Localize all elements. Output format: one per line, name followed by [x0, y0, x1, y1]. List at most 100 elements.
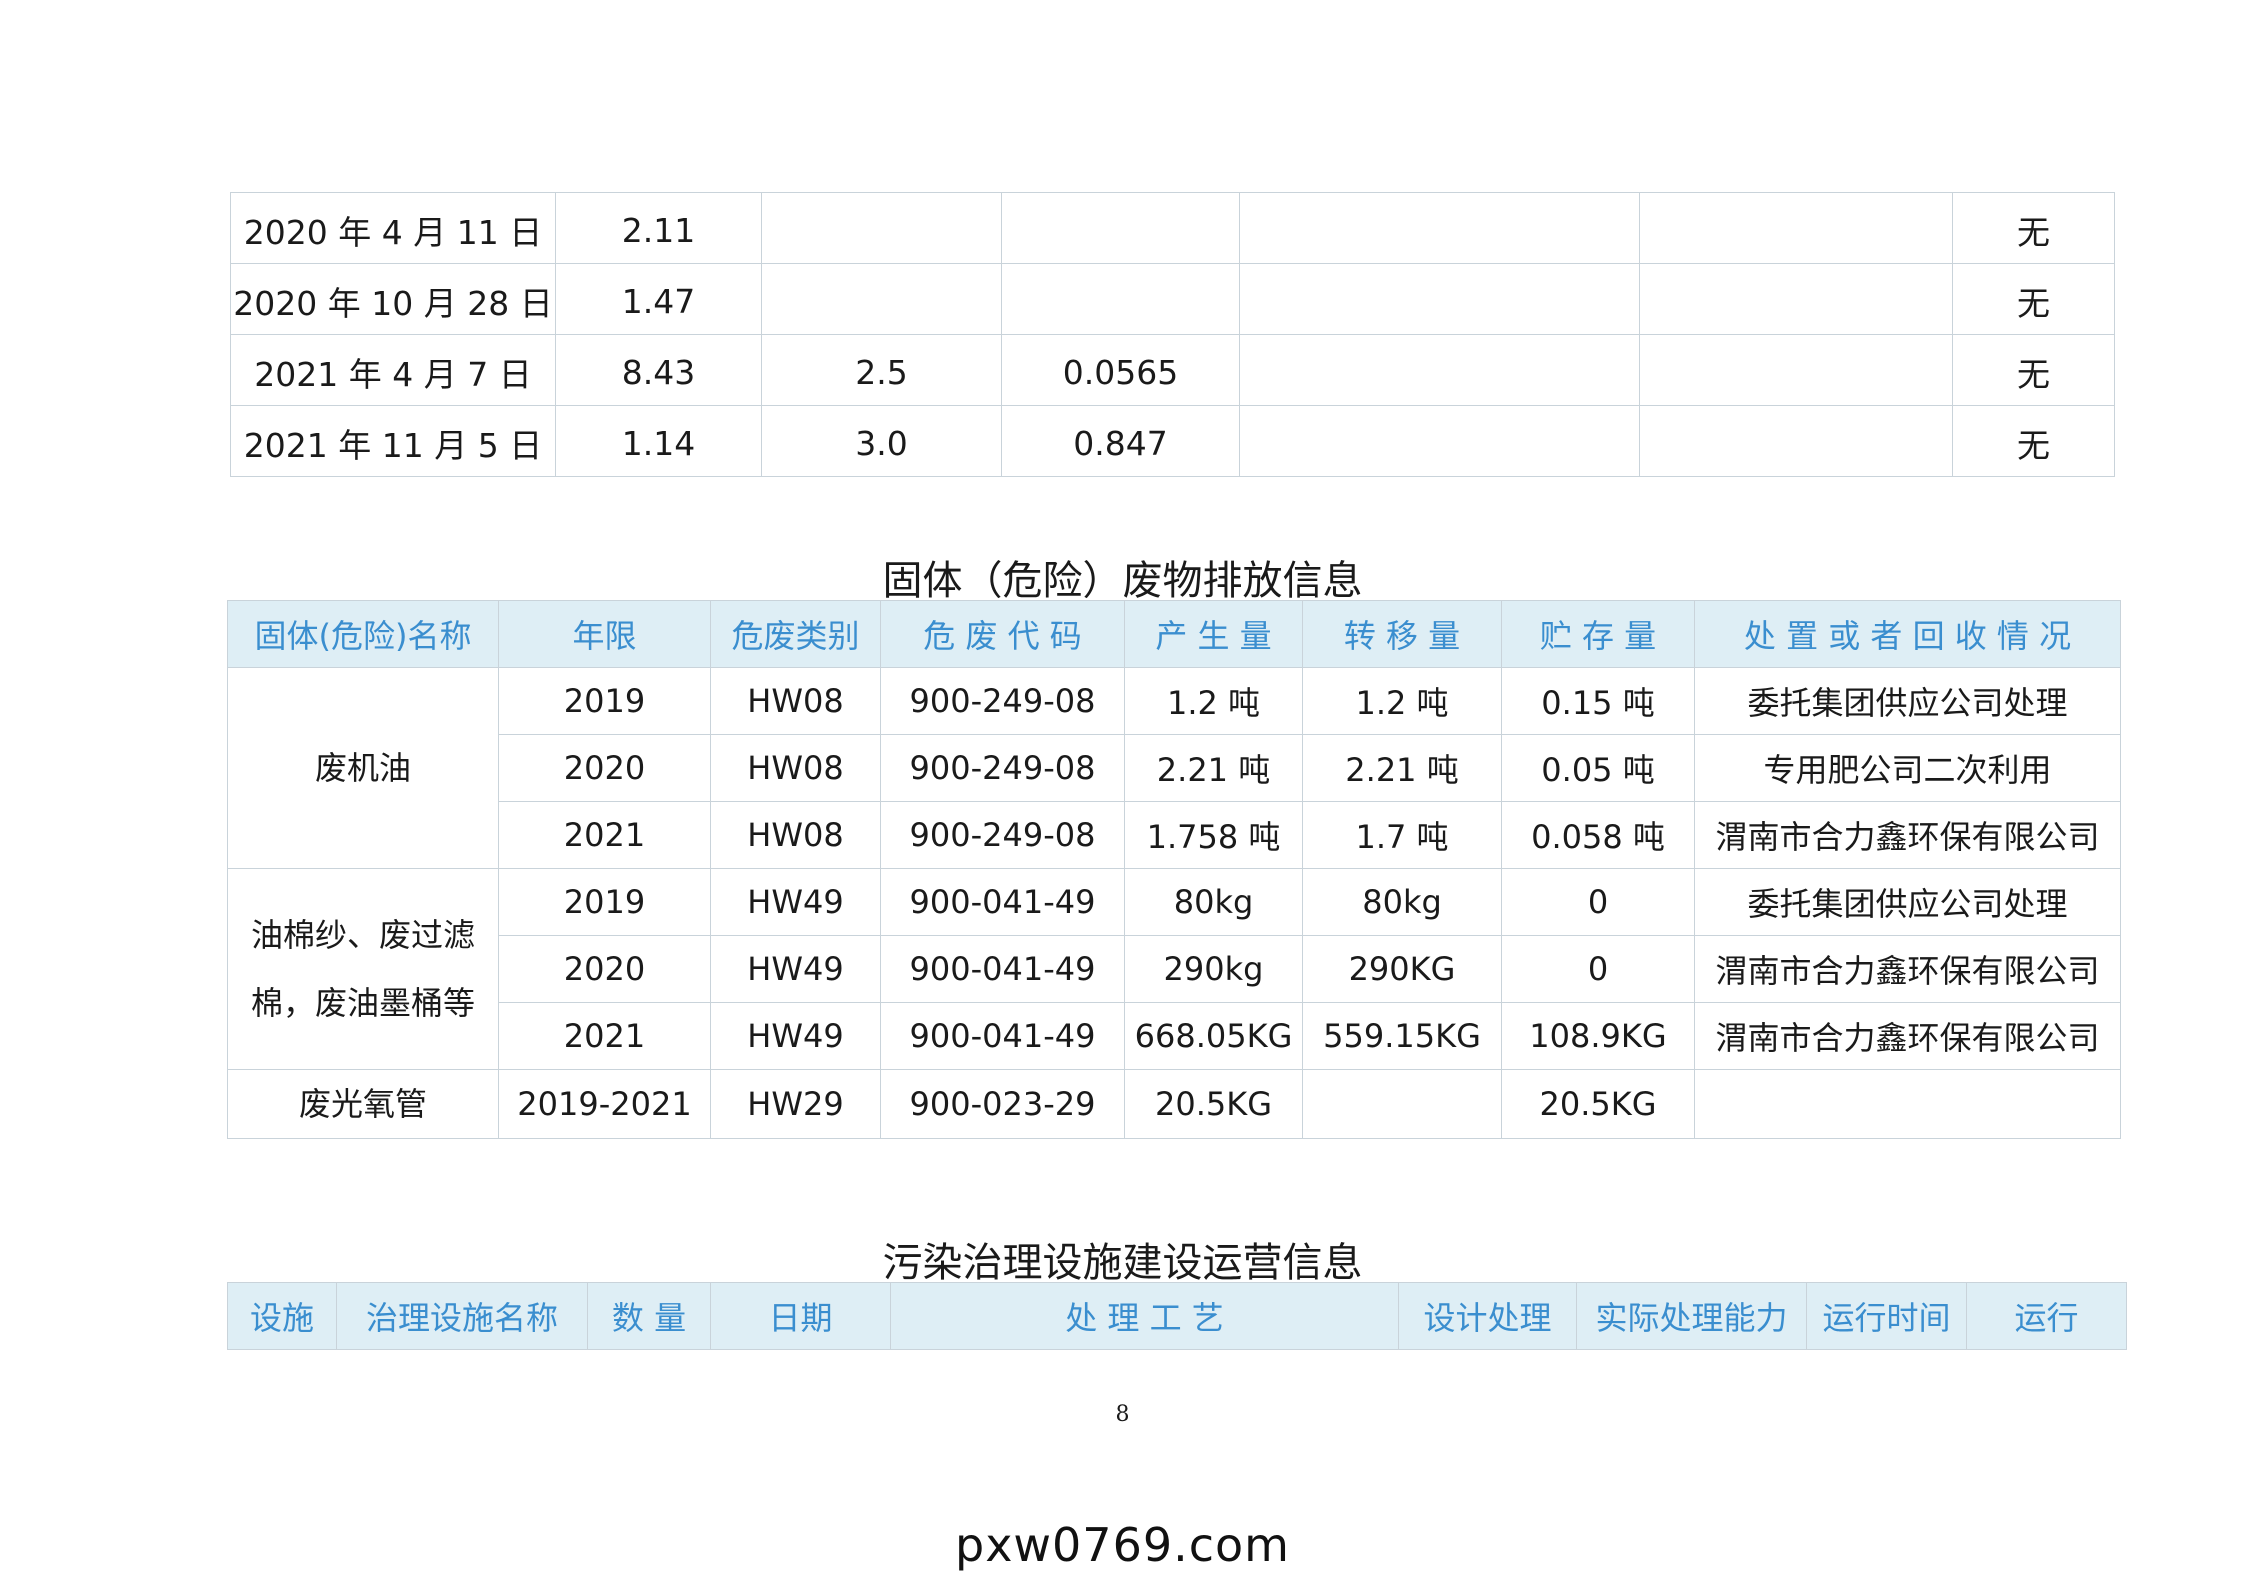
table-cell — [1639, 263, 1953, 335]
table-cell: 渭南市合力鑫环保有限公司 — [1694, 935, 2121, 1003]
hazardous-waste-table: 固体(危险)名称 年限 危废类别 危 废 代 码 产 生 量 转 移 量 贮 存… — [227, 600, 2121, 1139]
table-cell: 2020 年 10 月 28 日 — [230, 263, 556, 335]
table-cell: 80kg — [1124, 868, 1303, 936]
table-cell: 900-041-49 — [880, 868, 1125, 936]
table-cell: 290kg — [1124, 935, 1303, 1003]
table-cell: 20.5KG — [1124, 1069, 1303, 1139]
table-header-row: 固体(危险)名称 年限 危废类别 危 废 代 码 产 生 量 转 移 量 贮 存… — [227, 600, 2121, 668]
facility-table: 设施 治理设施名称数 量日期处 理 工 艺设计处理 实际处理能力 运行时间 运行 — [227, 1282, 2127, 1350]
table-cell — [761, 263, 1002, 335]
table-cell — [761, 192, 1002, 264]
table-cell: 8.43 — [555, 334, 762, 406]
table-cell — [1302, 1069, 1502, 1139]
emission-monitoring-table: 2020 年 4 月 11 日 2.11 无 2020 年 10 月 28 日 1.47… — [230, 192, 2115, 477]
facility-header-cell: 实际处理能力 — [1576, 1282, 1807, 1350]
table-cell — [1239, 405, 1640, 477]
table-row: 2020 HW49 900-041-49 290kg 290KG 0 渭南市合力鑫环保有限公… — [228, 935, 2121, 1003]
table-cell: HW49 — [710, 1002, 881, 1070]
table-cell: 900-041-49 — [880, 935, 1125, 1003]
table-cell: 专用肥公司二次利用 — [1694, 734, 2121, 802]
table-cell: 2021 — [498, 801, 711, 869]
table-cell: HW08 — [710, 667, 881, 735]
table-row: 2020 年 4 月 11 日 2.11 无 — [230, 192, 2115, 264]
table-cell: 1.7 吨 — [1302, 801, 1502, 869]
table-cell: 2021 年 4 月 7 日 — [230, 334, 556, 406]
table-cell: 1.758 吨 — [1124, 801, 1303, 869]
waste-name-cell: 废光氧管 — [227, 1069, 499, 1139]
table-cell: 0.847 — [1001, 405, 1240, 477]
table-cell: 1.47 — [555, 263, 762, 335]
table-cell: 无 — [1952, 334, 2115, 406]
table-cell: 2019-2021 — [498, 1069, 711, 1139]
table-cell: 290KG — [1302, 935, 1502, 1003]
table-cell — [1639, 192, 1953, 264]
table-cell — [1639, 405, 1953, 477]
table-cell: 900-249-08 — [880, 667, 1125, 735]
facility-header-cell: 设施 — [227, 1282, 337, 1350]
table-cell: 0.0565 — [1001, 334, 1240, 406]
table-cell: 2.5 — [761, 334, 1002, 406]
watermark-url: pxw0769.com — [955, 1518, 1290, 1572]
table-cell: 559.15KG — [1302, 1002, 1502, 1070]
table-row: 2021 HW08 900-249-08 1.758 吨 1.7 吨 0.058 吨渭南市… — [228, 801, 2121, 869]
header-code: 危 废 代 码 — [880, 600, 1125, 668]
table-cell — [1239, 263, 1640, 335]
table-cell: HW49 — [710, 868, 881, 936]
table-cell: 委托集团供应公司处理 — [1694, 868, 2121, 936]
header-disposal: 处 置 或 者 回 收 情 况 — [1694, 600, 2121, 668]
table-row: 2020 年 10 月 28 日 1.47 无 — [230, 263, 2115, 335]
header-year: 年限 — [498, 600, 711, 668]
table-cell: 0.05 吨 — [1501, 734, 1695, 802]
table-cell: 渭南市合力鑫环保有限公司 — [1694, 801, 2121, 869]
table-cell: 2020 — [498, 935, 711, 1003]
table-cell: 0 — [1501, 935, 1695, 1003]
facility-header-cell: 运行时间 — [1806, 1282, 1967, 1350]
table-cell — [1639, 334, 1953, 406]
table-cell: 900-041-49 — [880, 1002, 1125, 1070]
table-cell: 2019 — [498, 667, 711, 735]
table-cell: 20.5KG — [1501, 1069, 1695, 1139]
header-stored: 贮 存 量 — [1501, 600, 1695, 668]
table-cell: 0 — [1501, 868, 1695, 936]
facility-header-cell: 运行 — [1966, 1282, 2127, 1350]
table-cell: 2021 年 11 月 5 日 — [230, 405, 556, 477]
page-number: 8 — [1115, 1402, 1130, 1427]
waste-name-cell: 油棉纱、废过滤棉，废油墨桶等 — [227, 868, 499, 1070]
table-cell: HW08 — [710, 734, 881, 802]
table-cell — [1694, 1069, 2121, 1139]
header-category: 危废类别 — [710, 600, 881, 668]
table-cell: 无 — [1952, 405, 2115, 477]
table-cell: 0.058 吨 — [1501, 801, 1695, 869]
table-cell: 1.14 — [555, 405, 762, 477]
table-row: 2021 年 4 月 7 日 8.43 2.5 0.0565 无 — [230, 334, 2115, 406]
header-generated: 产 生 量 — [1124, 600, 1303, 668]
table-header-row: 设施 治理设施名称数 量日期处 理 工 艺设计处理 实际处理能力 运行时间 运行 — [227, 1282, 2127, 1350]
table-cell: 无 — [1952, 192, 2115, 264]
table-cell: 2.21 吨 — [1124, 734, 1303, 802]
header-name: 固体(危险)名称 — [227, 600, 499, 668]
table-cell: 80kg — [1302, 868, 1502, 936]
table-row: 废光氧管 2019-2021 HW29 900-023-29 20.5KG 20.5KG — [227, 1069, 2121, 1139]
table-cell: 3.0 — [761, 405, 1002, 477]
facility-title: 污染治理设施建设运营信息 — [882, 1240, 1363, 1286]
table-cell: 900-023-29 — [880, 1069, 1125, 1139]
table-cell: 2020 — [498, 734, 711, 802]
table-row: 油棉纱、废过滤棉，废油墨桶等 2019 HW49 900-041-49 80kg 80kg… — [227, 868, 2121, 1070]
facility-header-cell: 处 理 工 艺 — [890, 1282, 1399, 1350]
table-cell: 668.05KG — [1124, 1002, 1303, 1070]
table-cell: 无 — [1952, 263, 2115, 335]
facility-header-cell: 治理设施名称 — [336, 1282, 588, 1350]
hazardous-waste-title: 固体（危险）废物排放信息 — [882, 558, 1363, 604]
facility-header-cell: 设计处理 — [1398, 1282, 1577, 1350]
table-cell: 2019 — [498, 868, 711, 936]
table-cell: 2020 年 4 月 11 日 — [230, 192, 556, 264]
table-row: 2020 HW08 900-249-08 2.21 吨 2.21 吨 0.05 吨专用肥公… — [228, 734, 2121, 802]
table-cell: 渭南市合力鑫环保有限公司 — [1694, 1002, 2121, 1070]
table-cell — [1001, 192, 1240, 264]
table-cell: 2021 — [498, 1002, 711, 1070]
table-cell: 1.2 吨 — [1124, 667, 1303, 735]
facility-header-cell: 数 量 — [587, 1282, 711, 1350]
table-row: 废机油 2019 HW08 900-249-08 1.2 吨 1.2 吨 0.15 吨委托集… — [227, 667, 2121, 869]
table-cell — [1239, 334, 1640, 406]
facility-header-cell: 日期 — [710, 1282, 891, 1350]
